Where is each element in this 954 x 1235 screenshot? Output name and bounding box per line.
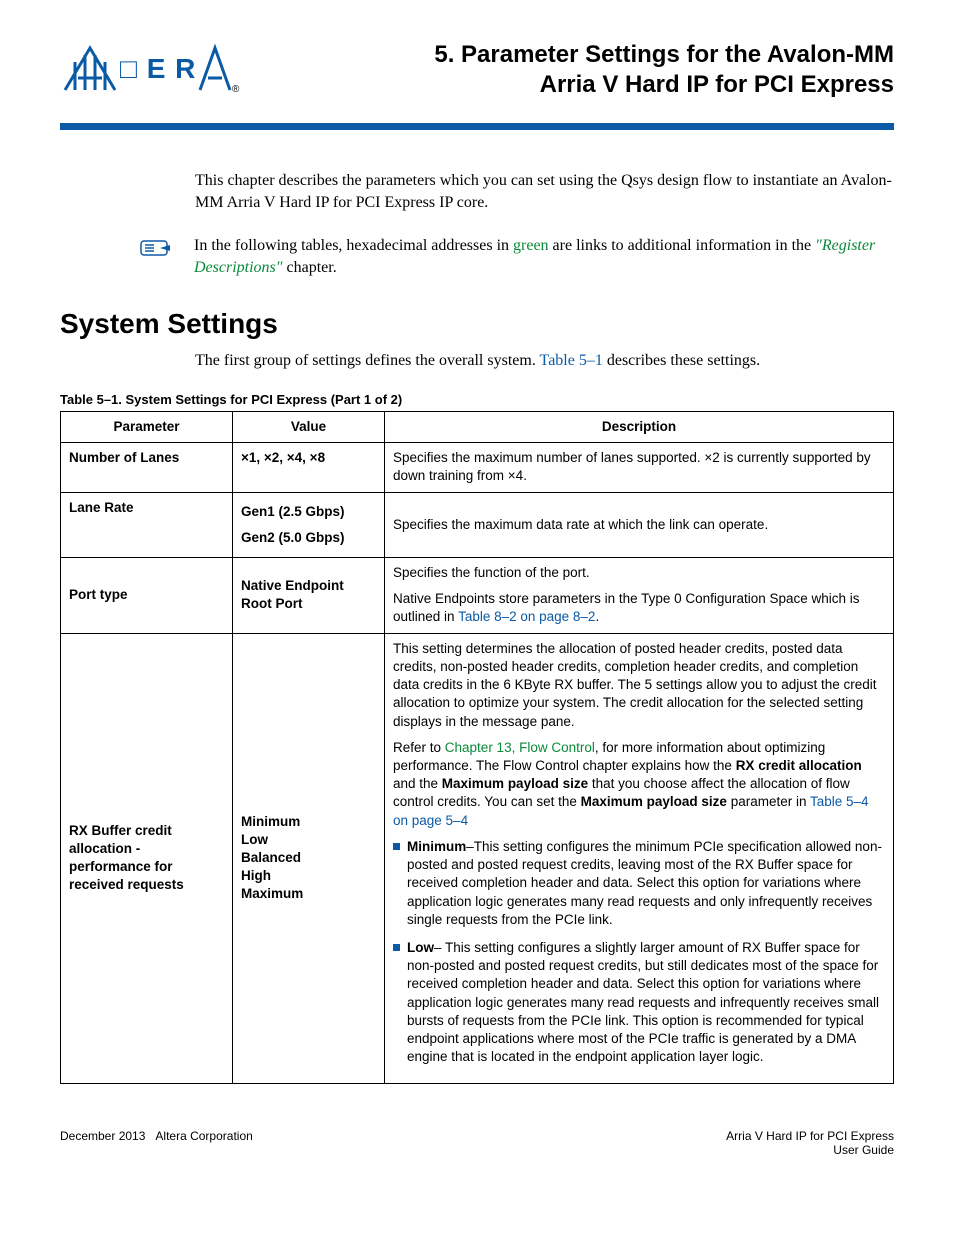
desc-paragraph: This setting determines the allocation o… — [393, 640, 885, 731]
desc-paragraph: Refer to Chapter 13, Flow Control, for m… — [393, 739, 885, 830]
value-line: Maximum — [241, 885, 376, 903]
value-line: Balanced — [241, 849, 376, 867]
desc-text-part: parameter in — [727, 794, 810, 809]
desc-bold-term: Maximum payload size — [581, 794, 727, 809]
footer-doc-subtitle: User Guide — [833, 1143, 894, 1157]
pointer-note-row: In the following tables, hexadecimal add… — [60, 235, 894, 280]
hand-pointer-icon — [140, 237, 174, 264]
table-caption: Table 5–1. System Settings for PCI Expre… — [60, 392, 894, 407]
table-row: Port type Native Endpoint Root Port Spec… — [61, 558, 894, 634]
table-5-1-link[interactable]: Table 5–1 — [540, 352, 603, 369]
param-cell: RX Buffer credit allocation - performanc… — [61, 633, 233, 1083]
chapter-title-block: 5. Parameter Settings for the Avalon-MM … — [260, 40, 894, 100]
value-line: Minimum — [241, 813, 376, 831]
value-line: Low — [241, 831, 376, 849]
table-row: Lane Rate Gen1 (2.5 Gbps) Gen2 (5.0 Gbps… — [61, 492, 894, 557]
section-text-part: The first group of settings defines the … — [195, 352, 540, 369]
desc-cell: Specifies the maximum data rate at which… — [385, 492, 894, 557]
footer-left: December 2013 Altera Corporation — [60, 1129, 253, 1157]
footer-doc-title: Arria V Hard IP for PCI Express — [726, 1129, 894, 1143]
value-line: Gen1 (2.5 Gbps) — [241, 499, 376, 525]
table-row: Number of Lanes ×1, ×2, ×4, ×8 Specifies… — [61, 443, 894, 492]
footer-company: Altera Corporation — [155, 1129, 252, 1143]
header-divider — [60, 123, 894, 130]
desc-text-part: Refer to — [393, 740, 445, 755]
desc-cell: Specifies the maximum number of lanes su… — [385, 443, 894, 492]
note-text-part: are links to additional information in t… — [549, 237, 816, 254]
th-parameter: Parameter — [61, 411, 233, 442]
desc-cell: Specifies the function of the port. Nati… — [385, 558, 894, 634]
desc-text-part: and the — [393, 776, 442, 791]
document-page: □ E R ® 5. Parameter Settings for the Av… — [0, 0, 954, 1197]
table-8-2-link[interactable]: Table 8–2 on page 8–2 — [458, 609, 595, 624]
value-cell: Minimum Low Balanced High Maximum — [233, 633, 385, 1083]
th-description: Description — [385, 411, 894, 442]
system-settings-table: Parameter Value Description Number of La… — [60, 411, 894, 1084]
desc-text-part: . — [595, 609, 599, 624]
svg-text:®: ® — [232, 84, 240, 95]
footer-date: December 2013 — [60, 1129, 145, 1143]
footer-right: Arria V Hard IP for PCI Express User Gui… — [726, 1129, 894, 1157]
param-cell: Number of Lanes — [61, 443, 233, 492]
chapter-number: 5. — [434, 41, 454, 68]
desc-cell: This setting determines the allocation o… — [385, 633, 894, 1083]
list-item: Minimum–This setting configures the mini… — [393, 838, 885, 929]
chapter-title-line2: Arria V Hard IP for PCI Express — [540, 71, 894, 98]
bullet-list: Minimum–This setting configures the mini… — [393, 838, 885, 1067]
list-item: Low– This setting configures a slightly … — [393, 939, 885, 1067]
page-footer: December 2013 Altera Corporation Arria V… — [60, 1129, 894, 1157]
th-value: Value — [233, 411, 385, 442]
section-intro-paragraph: The first group of settings defines the … — [60, 350, 894, 372]
param-cell: Port type — [61, 558, 233, 634]
desc-paragraph: Specifies the function of the port. — [393, 564, 885, 582]
param-cell: Lane Rate — [61, 492, 233, 557]
value-line: Gen2 (5.0 Gbps) — [241, 525, 376, 551]
section-text-part: describes these settings. — [603, 352, 760, 369]
bullet-text: – This setting configures a slightly lar… — [407, 940, 879, 1064]
value-line: Root Port — [241, 595, 376, 613]
bullet-label: Minimum — [407, 839, 466, 854]
svg-text:□ E R: □ E R — [120, 53, 196, 84]
table-header-row: Parameter Value Description — [61, 411, 894, 442]
table-row: RX Buffer credit allocation - performanc… — [61, 633, 894, 1083]
altera-logo: □ E R ® — [60, 40, 240, 105]
value-line: Native Endpoint — [241, 577, 376, 595]
system-settings-heading: System Settings — [60, 308, 894, 340]
desc-paragraph: Native Endpoints store parameters in the… — [393, 590, 885, 626]
value-cell: Gen1 (2.5 Gbps) Gen2 (5.0 Gbps) — [233, 492, 385, 557]
value-cell: ×1, ×2, ×4, ×8 — [233, 443, 385, 492]
note-text-part: chapter. — [283, 259, 337, 276]
value-cell: Native Endpoint Root Port — [233, 558, 385, 634]
desc-bold-term: Maximum payload size — [442, 776, 588, 791]
chapter-13-link[interactable]: Chapter 13, Flow Control — [445, 740, 595, 755]
chapter-title-line1: Parameter Settings for the Avalon-MM — [461, 41, 894, 68]
page-header: □ E R ® 5. Parameter Settings for the Av… — [60, 40, 894, 105]
note-text-part: In the following tables, hexadecimal add… — [194, 237, 513, 254]
bullet-label: Low — [407, 940, 434, 955]
desc-bold-term: RX credit allocation — [736, 758, 862, 773]
green-text-link[interactable]: green — [513, 237, 549, 254]
value-line: High — [241, 867, 376, 885]
pointer-note-text: In the following tables, hexadecimal add… — [194, 235, 894, 280]
intro-paragraph: This chapter describes the parameters wh… — [60, 170, 894, 215]
bullet-text: –This setting configures the minimum PCI… — [407, 839, 882, 927]
